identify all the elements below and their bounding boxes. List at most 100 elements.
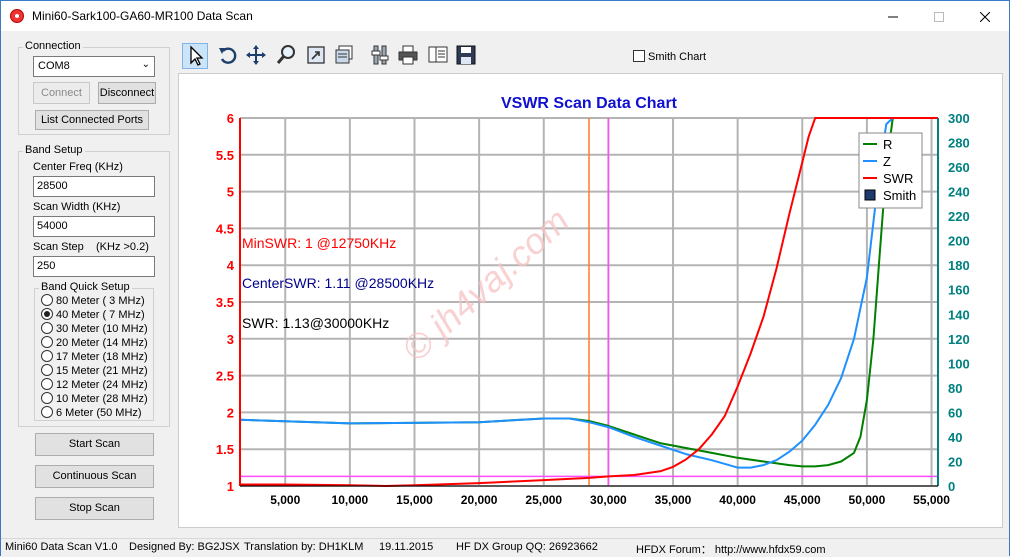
scan-step-label: Scan Step <box>33 241 84 253</box>
band-radio-button[interactable] <box>41 406 53 418</box>
band-radio-6[interactable]: 12 Meter (24 MHz) <box>41 378 148 392</box>
band-radio-3[interactable]: 20 Meter (14 MHz) <box>41 336 148 350</box>
chart-panel[interactable]: VSWR Scan Data Chart © jh4vaj.com 5,000 10,… <box>178 73 1003 528</box>
annotation-text: CenterSWR: 1.11 @28500KHz <box>242 275 434 291</box>
band-radio-label: 80 Meter ( 3 MHz) <box>56 295 145 307</box>
y-right-tick-label: 240 <box>948 185 970 200</box>
band-radio-button[interactable] <box>41 392 53 404</box>
start-scan-button[interactable]: Start Scan <box>35 433 154 456</box>
band-radio-button[interactable] <box>41 308 53 320</box>
smith-chart-checkbox-label: Smith Chart <box>648 51 707 63</box>
legend-marker-smith <box>864 189 876 201</box>
band-radio-0[interactable]: 80 Meter ( 3 MHz) <box>41 294 145 308</box>
y-left-tick-label: 3.5 <box>216 295 234 310</box>
band-radio-button[interactable] <box>41 378 53 390</box>
x-tick-label: 45,000 <box>784 493 821 507</box>
y-right-tick-label: 60 <box>948 405 962 420</box>
chevron-down-icon: ⌄ <box>141 59 150 70</box>
settings-icon <box>371 45 389 65</box>
minimize-button[interactable] <box>870 1 916 31</box>
y-right-tick-label: 100 <box>948 356 970 371</box>
band-radio-button[interactable] <box>41 350 53 362</box>
band-radio-7[interactable]: 10 Meter (28 MHz) <box>41 392 148 406</box>
x-tick-label: 35,000 <box>655 493 692 507</box>
status-designer: Designed By: BG2JSX <box>129 541 240 553</box>
band-radio-8[interactable]: 6 Meter (50 MHz) <box>41 406 142 420</box>
status-version: Mini60 Data Scan V1.0 <box>5 541 118 553</box>
legend-label-r: R <box>883 137 892 152</box>
chart-title: VSWR Scan Data Chart <box>501 95 678 112</box>
vswr-chart[interactable]: VSWR Scan Data Chart© jh4vaj.com5,000 10,… <box>179 74 1002 527</box>
app-window: Mini60-Sark100-GA60-MR100 Data Scan Conn… <box>0 0 1010 556</box>
x-tick-label: 25,000 <box>525 493 562 507</box>
smith-chart-checkbox[interactable]: Smith Chart <box>633 50 706 63</box>
pointer-tool-button[interactable] <box>182 43 208 69</box>
legend-label-swr: SWR <box>883 171 913 186</box>
band-radio-2[interactable]: 30 Meter (10 MHz) <box>41 322 148 336</box>
close-icon <box>979 11 991 23</box>
band-radio-label: 10 Meter (28 MHz) <box>56 393 148 405</box>
list-ports-button[interactable]: List Connected Ports <box>35 110 149 130</box>
pan-icon <box>246 45 266 65</box>
band-radio-label: 17 Meter (18 MHz) <box>56 351 148 363</box>
connection-group-label: Connection <box>23 40 83 52</box>
copy-tool-button[interactable] <box>332 43 358 69</box>
band-radio-label: 6 Meter (50 MHz) <box>56 407 142 419</box>
band-radio-label: 20 Meter (14 MHz) <box>56 337 148 349</box>
y-right-tick-label: 20 <box>948 454 962 469</box>
print-preview-tool-button[interactable] <box>426 43 452 69</box>
scan-step-input[interactable]: 250 <box>33 256 155 277</box>
y-right-tick-label: 180 <box>948 258 970 273</box>
band-radio-button[interactable] <box>41 364 53 376</box>
connect-button[interactable]: Connect <box>33 82 90 104</box>
y-right-tick-label: 160 <box>948 283 970 298</box>
y-right-tick-label: 140 <box>948 307 970 322</box>
y-right-tick-label: 80 <box>948 381 962 396</box>
center-freq-input[interactable]: 28500 <box>33 176 155 197</box>
minimize-icon <box>888 16 898 18</box>
scan-width-label: Scan Width (KHz) <box>33 201 121 213</box>
continuous-scan-button[interactable]: Continuous Scan <box>35 465 154 488</box>
scan-step-hint: (KHz >0.2) <box>96 241 149 253</box>
y-left-tick-label: 2 <box>227 405 234 420</box>
annotation-text: MinSWR: 1 @12750KHz <box>242 235 396 251</box>
window-title: Mini60-Sark100-GA60-MR100 Data Scan <box>32 9 253 23</box>
band-radio-button[interactable] <box>41 294 53 306</box>
band-radio-button[interactable] <box>41 322 53 334</box>
band-radio-button[interactable] <box>41 336 53 348</box>
x-tick-label: 30,000 <box>590 493 627 507</box>
x-tick-label: 55,000 <box>913 493 950 507</box>
export-icon <box>307 46 325 64</box>
export-tool-button[interactable] <box>304 43 330 69</box>
smith-chart-checkbox-box[interactable] <box>633 50 645 62</box>
y-left-tick-label: 4 <box>227 258 235 273</box>
y-right-tick-label: 40 <box>948 430 962 445</box>
band-radio-5[interactable]: 15 Meter (21 MHz) <box>41 364 148 378</box>
com-port-select[interactable]: COM8 ⌄ <box>33 56 155 77</box>
undo-tool-button[interactable] <box>216 43 242 69</box>
stop-scan-button[interactable]: Stop Scan <box>35 497 154 520</box>
y-right-tick-label: 200 <box>948 234 970 249</box>
scan-width-input[interactable]: 54000 <box>33 216 155 237</box>
band-setup-group-label: Band Setup <box>23 144 85 156</box>
y-left-tick-label: 1.5 <box>216 442 234 457</box>
status-forum: HFDX Forum： http://www.hfdx59.com <box>636 544 826 556</box>
x-tick-label: 5,000 <box>270 493 300 507</box>
legend-label-smith: Smith <box>883 188 916 203</box>
save-tool-button[interactable] <box>454 43 480 69</box>
band-quick-setup-label: Band Quick Setup <box>39 281 132 293</box>
maximize-button[interactable] <box>916 1 962 31</box>
print-tool-button[interactable] <box>396 43 422 69</box>
zoom-tool-button[interactable] <box>274 43 300 69</box>
pan-tool-button[interactable] <box>244 43 270 69</box>
band-radio-label: 12 Meter (24 MHz) <box>56 379 148 391</box>
close-button[interactable] <box>962 1 1008 31</box>
x-tick-label: 15,000 <box>396 493 433 507</box>
y-right-tick-label: 280 <box>948 136 970 151</box>
band-radio-label: 30 Meter (10 MHz) <box>56 323 148 335</box>
y-right-tick-label: 120 <box>948 332 970 347</box>
band-radio-4[interactable]: 17 Meter (18 MHz) <box>41 350 148 364</box>
settings-tool-button[interactable] <box>368 43 394 69</box>
band-radio-1[interactable]: 40 Meter ( 7 MHz) <box>41 308 145 322</box>
disconnect-button[interactable]: Disconnect <box>98 82 156 104</box>
